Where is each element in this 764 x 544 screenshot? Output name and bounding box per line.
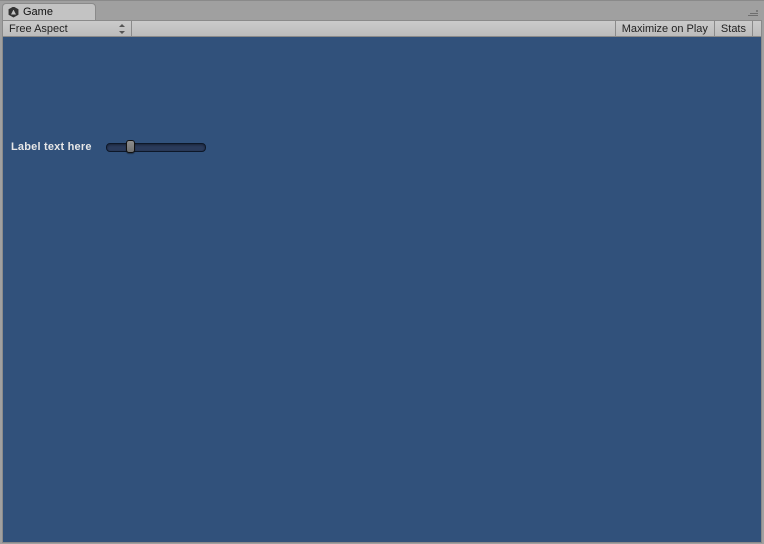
slider-label: Label text here [11,141,92,153]
updown-icon [119,24,126,34]
aspect-dropdown[interactable]: Free Aspect [3,21,132,36]
tab-strip: Game [2,3,762,20]
horizontal-slider[interactable] [106,141,206,153]
gizmos-dropdown-stub[interactable] [753,21,761,36]
aspect-dropdown-label: Free Aspect [9,23,68,35]
maximize-label: Maximize on Play [622,23,708,35]
unity-logo-icon [8,7,19,18]
stats-button[interactable]: Stats [715,21,753,36]
toolbar-spacer [132,21,616,36]
game-viewport: Label text here [2,37,762,543]
slider-thumb[interactable] [126,140,135,153]
labeled-slider: Label text here [11,141,206,153]
stats-label: Stats [721,23,746,35]
game-tab[interactable]: Game [2,3,96,20]
game-toolbar: Free Aspect Maximize on Play Stats [2,20,762,37]
slider-track [106,143,206,152]
game-panel: Game Free Aspect Maximize on Play Stats … [0,0,764,544]
maximize-on-play-button[interactable]: Maximize on Play [616,21,715,36]
tab-label: Game [23,6,53,18]
panel-menu-icon[interactable] [746,8,758,18]
tab-strip-filler [96,3,762,20]
